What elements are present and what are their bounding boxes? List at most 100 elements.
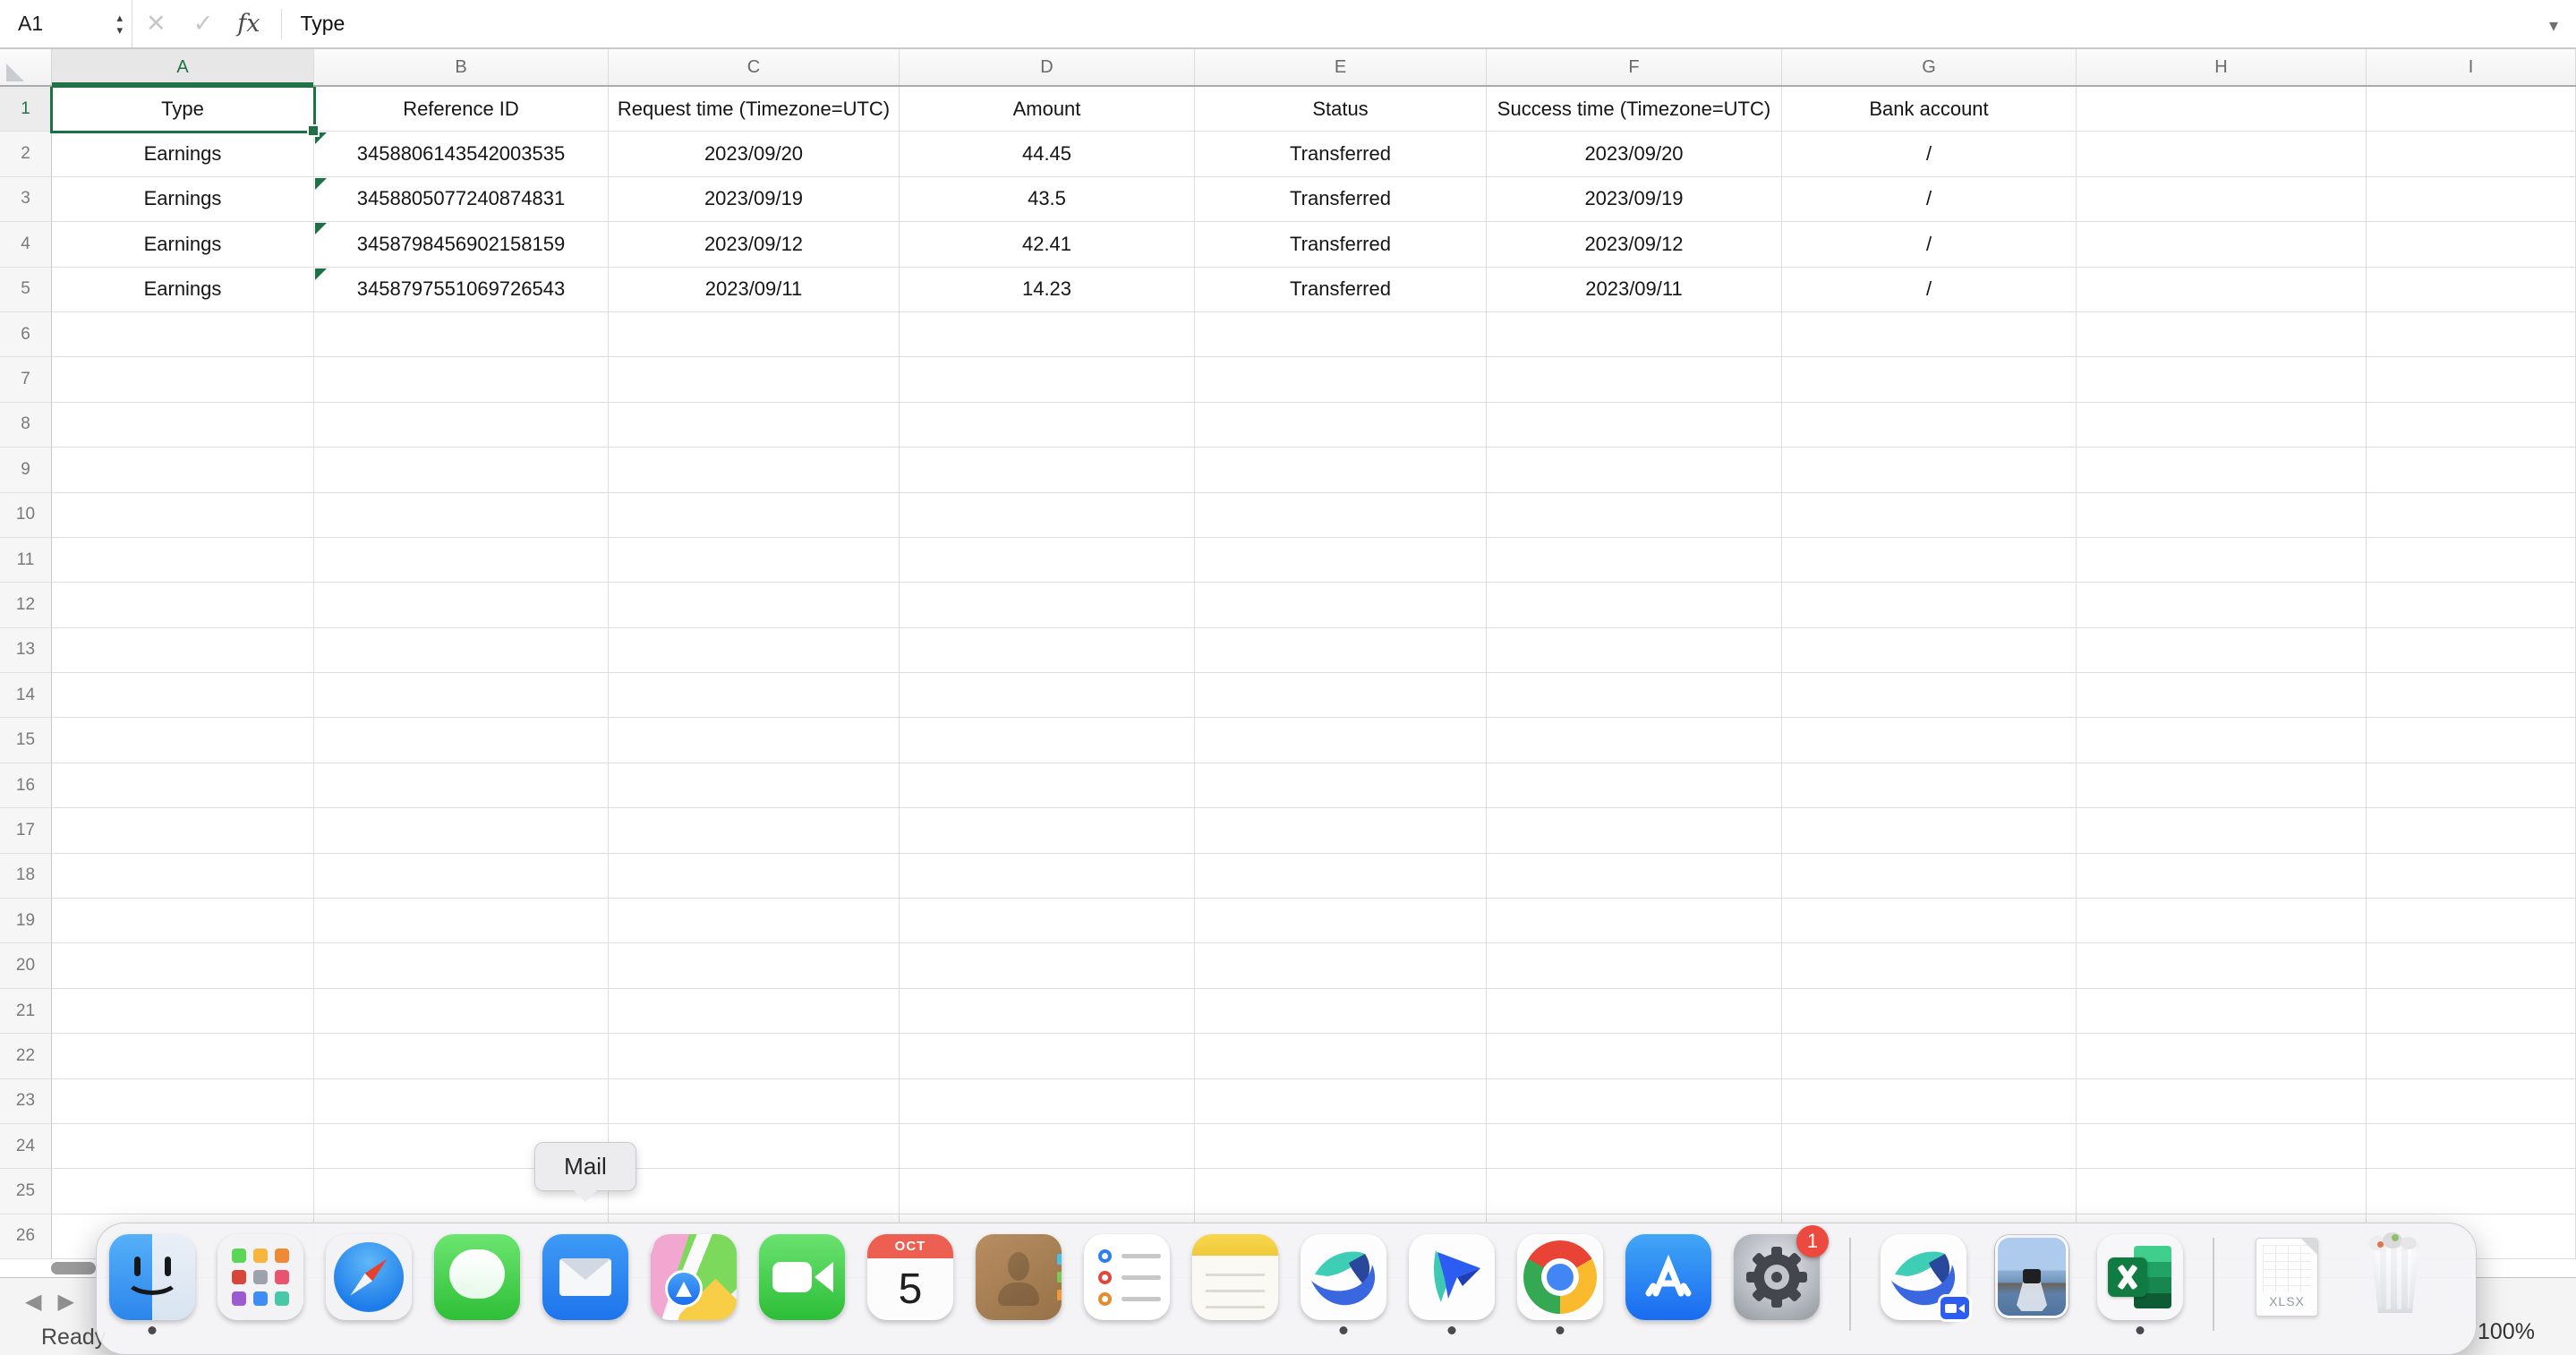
cell-H2[interactable]	[2077, 132, 2367, 176]
cell-B8[interactable]	[314, 403, 609, 447]
cell-A18[interactable]	[52, 854, 314, 899]
cell-C18[interactable]	[609, 854, 900, 899]
cell-H25[interactable]	[2077, 1169, 2367, 1214]
cell-G20[interactable]	[1782, 943, 2077, 988]
dock-item-app-store[interactable]	[1625, 1234, 1711, 1320]
cell-A13[interactable]	[52, 628, 314, 673]
row-header-21[interactable]: 21	[0, 989, 52, 1034]
cell-H18[interactable]	[2077, 854, 2367, 899]
cell-B7[interactable]	[314, 357, 609, 402]
cell-B14[interactable]	[314, 673, 609, 718]
cell-B22[interactable]	[314, 1034, 609, 1078]
cell-I12[interactable]	[2367, 583, 2576, 627]
dock-item-calendar[interactable]: OCT 5	[867, 1234, 953, 1320]
row-header-7[interactable]: 7	[0, 357, 52, 402]
cell-D11[interactable]	[900, 538, 1195, 583]
cell-G25[interactable]	[1782, 1169, 2077, 1214]
column-header-B[interactable]: B	[314, 49, 609, 85]
cell-F22[interactable]	[1487, 1034, 1782, 1078]
cell-A2[interactable]: Earnings	[52, 132, 314, 176]
cell-G7[interactable]	[1782, 357, 2077, 402]
dock-item-launchpad[interactable]	[218, 1234, 303, 1320]
cell-A5[interactable]: Earnings	[52, 268, 314, 312]
cell-G12[interactable]	[1782, 583, 2077, 627]
row-header-3[interactable]: 3	[0, 177, 52, 222]
column-header-G[interactable]: G	[1782, 49, 2077, 85]
cell-G24[interactable]	[1782, 1124, 2077, 1169]
column-header-F[interactable]: F	[1487, 49, 1782, 85]
cell-I8[interactable]	[2367, 403, 2576, 447]
cell-I13[interactable]	[2367, 628, 2576, 673]
cell-G10[interactable]	[1782, 493, 2077, 538]
cell-B10[interactable]	[314, 493, 609, 538]
cell-A19[interactable]	[52, 899, 314, 943]
dock-item-excel[interactable]	[2097, 1234, 2183, 1320]
cell-E23[interactable]	[1195, 1079, 1487, 1124]
cell-E1[interactable]: Status	[1195, 87, 1487, 132]
cell-E19[interactable]	[1195, 899, 1487, 943]
dock-item-trash[interactable]	[2352, 1234, 2438, 1320]
cell-E15[interactable]	[1195, 718, 1487, 763]
cell-I3[interactable]	[2367, 177, 2576, 222]
cell-G4[interactable]: /	[1782, 222, 2077, 267]
cell-B17[interactable]	[314, 808, 609, 853]
dock-item-safari[interactable]	[326, 1234, 412, 1320]
cell-F13[interactable]	[1487, 628, 1782, 673]
cell-A20[interactable]	[52, 943, 314, 988]
row-header-24[interactable]: 24	[0, 1124, 52, 1169]
cell-D3[interactable]: 43.5	[900, 177, 1195, 222]
cell-I24[interactable]	[2367, 1124, 2576, 1169]
cell-C2[interactable]: 2023/09/20	[609, 132, 900, 176]
cell-B9[interactable]	[314, 447, 609, 492]
cell-D10[interactable]	[900, 493, 1195, 538]
row-header-1[interactable]: 1	[0, 87, 52, 132]
cell-C12[interactable]	[609, 583, 900, 627]
dock-item-system-settings[interactable]: 1	[1734, 1234, 1820, 1320]
zoom-level[interactable]: 100%	[2478, 1319, 2535, 1345]
cell-F23[interactable]	[1487, 1079, 1782, 1124]
cell-C7[interactable]	[609, 357, 900, 402]
dock-item-lark-docs[interactable]	[1409, 1234, 1495, 1320]
cell-C5[interactable]: 2023/09/11	[609, 268, 900, 312]
cell-F14[interactable]	[1487, 673, 1782, 718]
cell-I6[interactable]	[2367, 312, 2576, 357]
cell-A9[interactable]	[52, 447, 314, 492]
cell-C8[interactable]	[609, 403, 900, 447]
cell-H22[interactable]	[2077, 1034, 2367, 1078]
cell-C17[interactable]	[609, 808, 900, 853]
row-header-19[interactable]: 19	[0, 899, 52, 943]
cell-F4[interactable]: 2023/09/12	[1487, 222, 1782, 267]
dock-item-facetime[interactable]	[759, 1234, 845, 1320]
cell-I23[interactable]	[2367, 1079, 2576, 1124]
row-header-12[interactable]: 12	[0, 583, 52, 627]
cell-I11[interactable]	[2367, 538, 2576, 583]
row-header-26[interactable]: 26	[0, 1214, 52, 1259]
cell-F1[interactable]: Success time (Timezone=UTC)	[1487, 87, 1782, 132]
cell-G23[interactable]	[1782, 1079, 2077, 1124]
cell-F20[interactable]	[1487, 943, 1782, 988]
horizontal-scrollbar-thumb[interactable]	[51, 1262, 96, 1274]
cell-D5[interactable]: 14.23	[900, 268, 1195, 312]
cell-A10[interactable]	[52, 493, 314, 538]
cell-H17[interactable]	[2077, 808, 2367, 853]
dock-item-xlsx-file[interactable]: XLSX	[2244, 1234, 2330, 1320]
cell-C10[interactable]	[609, 493, 900, 538]
cell-A3[interactable]: Earnings	[52, 177, 314, 222]
cell-E18[interactable]	[1195, 854, 1487, 899]
cell-G17[interactable]	[1782, 808, 2077, 853]
cell-D16[interactable]	[900, 763, 1195, 808]
stepper-down-icon[interactable]: ▾	[116, 25, 123, 35]
row-header-10[interactable]: 10	[0, 493, 52, 538]
cell-E2[interactable]: Transferred	[1195, 132, 1487, 176]
cell-D18[interactable]	[900, 854, 1195, 899]
cell-F16[interactable]	[1487, 763, 1782, 808]
cell-C15[interactable]	[609, 718, 900, 763]
dock-item-mail[interactable]	[542, 1234, 628, 1320]
cell-D1[interactable]: Amount	[900, 87, 1195, 132]
cell-C19[interactable]	[609, 899, 900, 943]
cell-F9[interactable]	[1487, 447, 1782, 492]
dock-item-finder[interactable]	[109, 1234, 195, 1320]
cell-G9[interactable]	[1782, 447, 2077, 492]
name-box-stepper[interactable]: ▴ ▾	[116, 13, 123, 35]
cell-F12[interactable]	[1487, 583, 1782, 627]
